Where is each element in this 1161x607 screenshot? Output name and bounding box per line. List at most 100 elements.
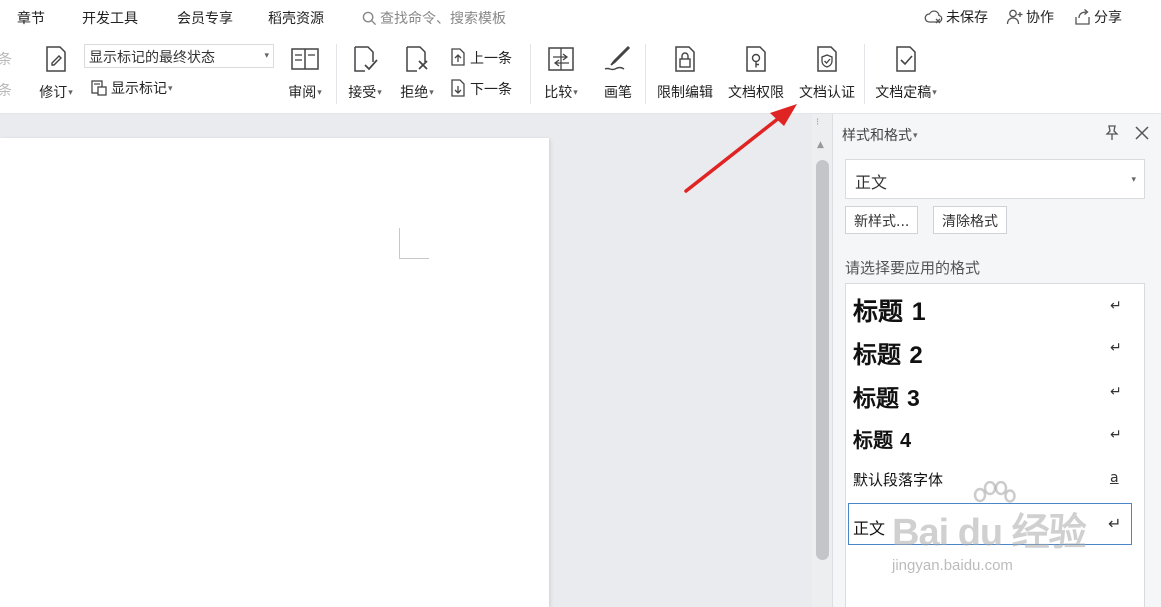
panel-title[interactable]: 样式和格式▾ <box>842 125 918 145</box>
doc-permission-button[interactable]: 文档权限 <box>723 42 789 102</box>
current-style-select[interactable]: 正文 ▾ <box>845 159 1145 199</box>
ribbon-divider <box>530 44 531 104</box>
paragraph-mark-icon: ↵ <box>1110 298 1122 314</box>
cloud-icon <box>924 10 943 24</box>
menu-chapter[interactable]: 章节 <box>17 8 45 28</box>
scroll-up-icon[interactable]: ▲ <box>817 140 824 150</box>
compare-icon <box>548 47 574 71</box>
unsaved-label: 未保存 <box>946 10 988 26</box>
list-item-heading-3[interactable]: 标题 3 <box>853 379 920 413</box>
paragraph-mark-icon: ↵ <box>1110 427 1122 443</box>
show-markup-button[interactable]: 显示标记▾ <box>90 78 173 98</box>
menu-dev-tools[interactable]: 开发工具 <box>82 8 138 28</box>
list-item-body-text[interactable]: 正文 <box>853 515 885 539</box>
reject-icon <box>406 46 428 72</box>
close-icon[interactable] <box>1133 124 1151 142</box>
format-list: 标题 1 ↵ 标题 2 ↵ 标题 3 ↵ 标题 4 ↵ 默认段落字体 a 正文 … <box>845 283 1145 607</box>
document-page[interactable] <box>0 138 549 607</box>
shield-doc-icon <box>817 46 837 72</box>
cut-label-bottom: 条 <box>0 83 12 99</box>
selected-format-highlight <box>848 503 1132 545</box>
split-handle-icon[interactable]: ⁝ <box>816 118 819 128</box>
markup-state-select[interactable]: 显示标记的最终状态 ▾ <box>84 44 274 68</box>
pen-label: 画笔 <box>604 85 632 101</box>
lock-doc-icon <box>675 46 695 72</box>
menu-member[interactable]: 会员专享 <box>177 8 233 28</box>
menu-bar: 章节 开发工具 会员专享 稻壳资源 查找命令、搜索模板 未保存 协作 分享 <box>0 0 1161 36</box>
paragraph-mark-icon: ↵ <box>1110 340 1122 356</box>
save-status[interactable]: 未保存 <box>924 7 988 27</box>
accept-button[interactable]: 接受▾ <box>343 42 387 102</box>
paragraph-mark-icon: ↵ <box>1108 514 1122 533</box>
compare-button[interactable]: 比较▾ <box>538 42 584 102</box>
share-label: 分享 <box>1094 10 1122 26</box>
compare-label: 比较 <box>544 85 573 101</box>
list-item-heading-1[interactable]: 标题 1 <box>853 292 926 328</box>
chevron-down-icon: ▾ <box>168 84 173 94</box>
menu-docer-resources[interactable]: 稻壳资源 <box>268 8 324 28</box>
list-item-heading-4[interactable]: 标题 4 <box>853 424 911 453</box>
user-plus-icon <box>1006 9 1023 25</box>
doc-auth-label: 文档认证 <box>799 85 855 101</box>
reject-button[interactable]: 拒绝▾ <box>395 42 439 102</box>
doc-finalize-button[interactable]: 文档定稿▾ <box>870 42 942 102</box>
doc-finalize-label: 文档定稿 <box>875 85 932 101</box>
character-style-icon: a <box>1110 470 1119 486</box>
revise-button[interactable]: 修订▾ <box>34 42 78 102</box>
ribbon-divider <box>336 44 337 104</box>
review-button[interactable]: 审阅▾ <box>282 42 328 102</box>
markup-state-value: 显示标记的最终状态 <box>89 50 215 66</box>
accept-label: 接受 <box>348 85 377 101</box>
search-placeholder: 查找命令、搜索模板 <box>380 11 506 27</box>
paragraph-mark-icon: ↵ <box>1110 384 1122 400</box>
scrollbar-thumb[interactable] <box>816 160 829 560</box>
clear-format-button[interactable]: 清除格式 <box>933 206 1007 234</box>
list-item-heading-2[interactable]: 标题 2 <box>853 335 923 370</box>
markup-icon <box>91 80 107 96</box>
share-button[interactable]: 分享 <box>1073 7 1122 27</box>
restrict-edit-button[interactable]: 限制编辑 <box>652 42 718 102</box>
doc-permission-label: 文档权限 <box>728 85 784 101</box>
chevron-down-icon: ▾ <box>932 88 937 98</box>
revise-icon <box>46 46 66 72</box>
pen-button[interactable]: 画笔 <box>598 42 638 102</box>
next-change-button[interactable]: 下一条 <box>449 78 512 99</box>
chevron-down-icon: ▾ <box>68 88 73 98</box>
list-item-default-font[interactable]: 默认段落字体 <box>853 469 943 490</box>
previous-label: 上一条 <box>470 51 512 67</box>
ribbon-divider <box>645 44 646 104</box>
collab-label: 协作 <box>1026 10 1054 26</box>
show-markup-label: 显示标记 <box>111 81 167 97</box>
finalize-doc-icon <box>896 46 916 72</box>
key-doc-icon <box>746 46 766 72</box>
restrict-edit-label: 限制编辑 <box>657 85 713 101</box>
pin-icon[interactable] <box>1103 124 1121 142</box>
new-style-button[interactable]: 新样式... <box>845 206 919 234</box>
pen-icon <box>604 45 631 71</box>
review-label: 审阅 <box>288 85 317 101</box>
accept-icon <box>354 46 378 72</box>
cut-label-top: 条 <box>0 52 12 68</box>
chevron-down-icon: ▾ <box>913 131 918 141</box>
revise-label: 修订 <box>39 85 68 101</box>
chevron-down-icon: ▾ <box>573 88 578 98</box>
current-style-value: 正文 <box>855 173 888 192</box>
chevron-down-icon: ▾ <box>429 88 434 98</box>
command-search[interactable]: 查找命令、搜索模板 <box>362 8 506 28</box>
previous-change-button[interactable]: 上一条 <box>449 47 512 68</box>
margin-corner-mark <box>399 258 429 259</box>
doc-auth-button[interactable]: 文档认证 <box>794 42 860 102</box>
format-prompt: 请选择要应用的格式 <box>845 259 981 277</box>
previous-icon <box>451 48 465 66</box>
chevron-down-icon: ▾ <box>377 88 382 98</box>
styles-panel: 样式和格式▾ 正文 ▾ 新样式... 清除格式 请选择要应用的格式 标题 1 ↵… <box>832 114 1161 607</box>
reject-label: 拒绝 <box>400 85 429 101</box>
search-icon <box>362 11 377 26</box>
collab-button[interactable]: 协作 <box>1006 7 1054 27</box>
ribbon-divider <box>864 44 865 104</box>
chevron-down-icon: ▾ <box>264 51 269 61</box>
chevron-down-icon: ▾ <box>317 88 322 98</box>
chevron-down-icon: ▾ <box>1131 175 1136 185</box>
review-pane-icon <box>291 48 319 70</box>
vertical-scrollbar[interactable]: ⁝ ▲ <box>812 114 832 607</box>
